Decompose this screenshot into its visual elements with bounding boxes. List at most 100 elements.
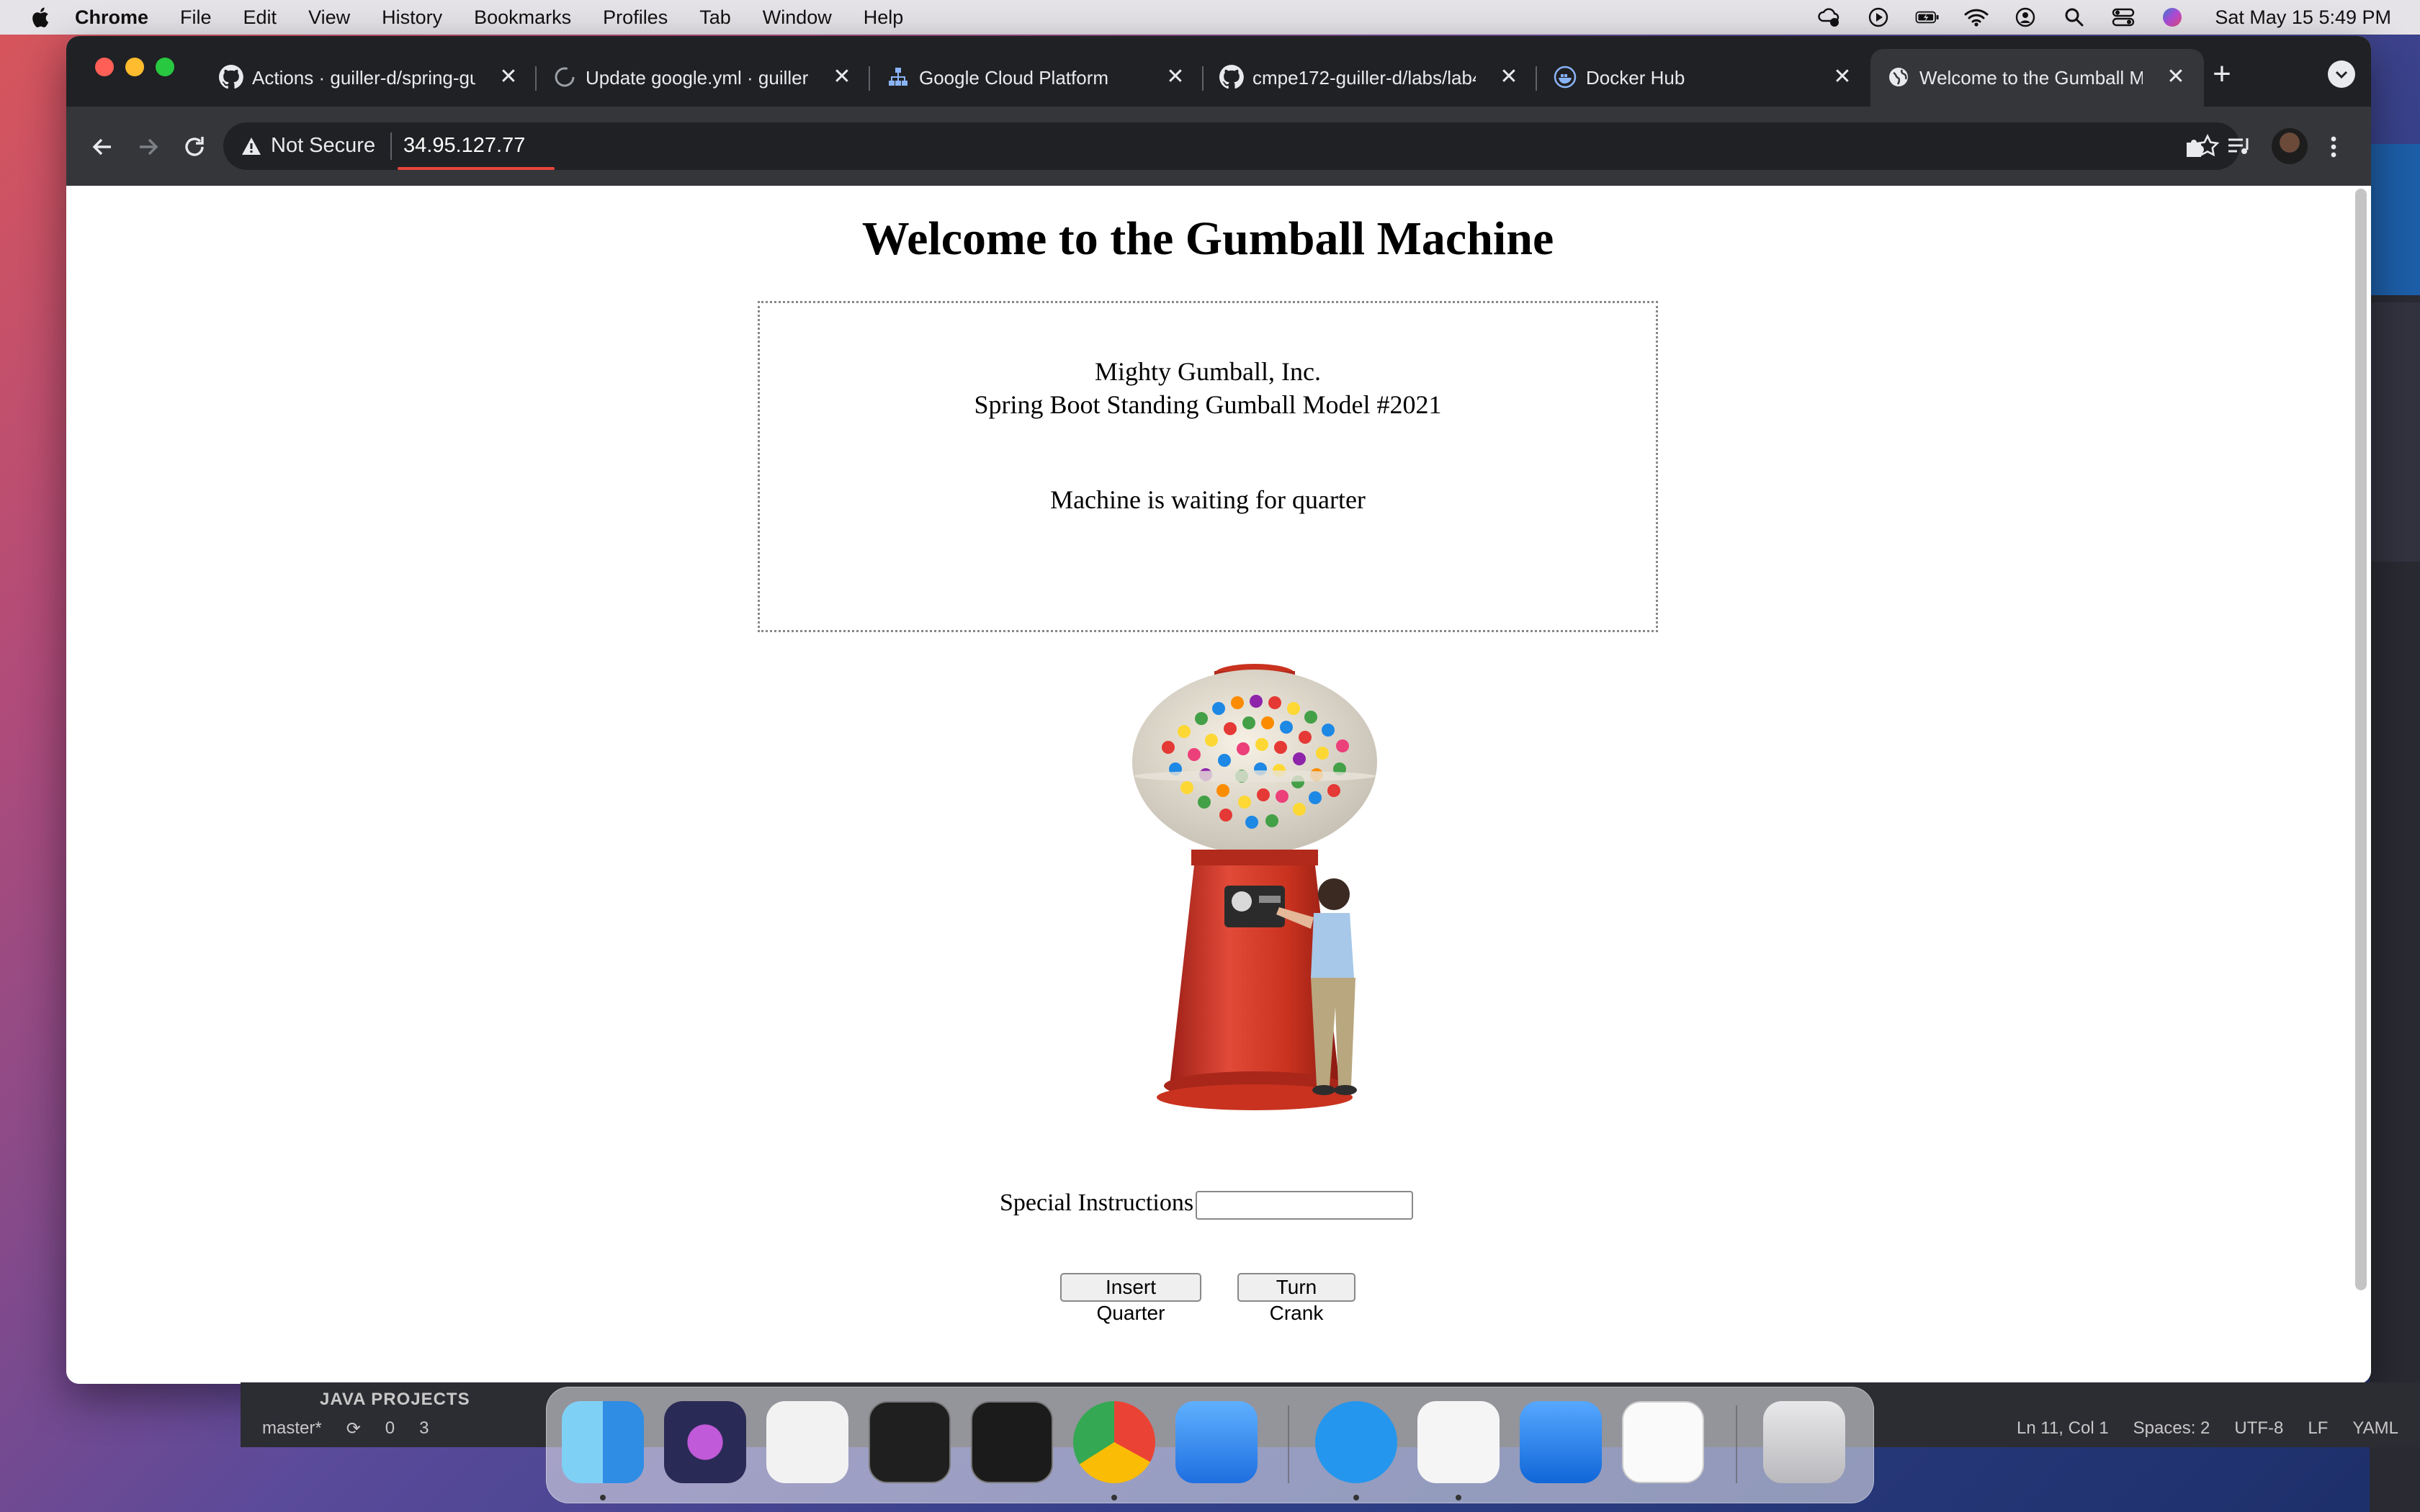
close-tab-icon[interactable]: ✕ bbox=[830, 65, 854, 89]
siri-app-icon[interactable] bbox=[664, 1401, 746, 1483]
editor-status-right: Ln 11, Col 1 Spaces: 2 UTF-8 LF YAML bbox=[2017, 1418, 2398, 1439]
insert-quarter-button[interactable]: Insert Quarter bbox=[1060, 1273, 1201, 1324]
apple-icon[interactable] bbox=[29, 6, 50, 29]
sync-icon[interactable]: ⟳ bbox=[346, 1418, 361, 1439]
close-window-button[interactable] bbox=[95, 58, 114, 76]
encoding[interactable]: UTF-8 bbox=[2234, 1418, 2283, 1439]
tab-search-button[interactable] bbox=[2328, 60, 2355, 88]
trash-icon[interactable] bbox=[1763, 1401, 1845, 1483]
close-tab-icon[interactable]: ✕ bbox=[2164, 65, 2188, 89]
launchpad-icon[interactable] bbox=[766, 1401, 848, 1483]
running-indicator bbox=[1111, 1495, 1117, 1500]
editor-status-left: master* ⟳ 0 3 bbox=[262, 1418, 429, 1439]
wifi-icon[interactable] bbox=[1964, 6, 1989, 28]
turn-crank-button[interactable]: Turn Crank bbox=[1237, 1273, 1355, 1324]
warning-icon[interactable] bbox=[241, 135, 262, 157]
vscode-icon[interactable] bbox=[1417, 1401, 1500, 1483]
menu-tab[interactable]: Tab bbox=[699, 6, 731, 29]
menu-bar: Chrome File Edit View History Bookmarks … bbox=[0, 0, 2420, 35]
extensions-icon[interactable] bbox=[2179, 131, 2211, 163]
zoom-window-button[interactable] bbox=[156, 58, 174, 76]
background-editor bbox=[2370, 144, 2420, 1512]
close-tab-icon[interactable]: ✕ bbox=[1830, 65, 1855, 89]
minimize-window-button[interactable] bbox=[125, 58, 144, 76]
warning-count[interactable]: 3 bbox=[419, 1418, 429, 1439]
chevron-down-icon bbox=[2335, 71, 2348, 79]
cursor-position[interactable]: Ln 11, Col 1 bbox=[2017, 1418, 2109, 1439]
close-tab-icon[interactable]: ✕ bbox=[496, 65, 521, 89]
activity-monitor-icon[interactable] bbox=[971, 1401, 1053, 1483]
running-indicator bbox=[1353, 1495, 1359, 1500]
tab-docker-hub[interactable]: Docker Hub ✕ bbox=[1537, 49, 1870, 107]
url-underline bbox=[398, 167, 555, 170]
menu-bookmarks[interactable]: Bookmarks bbox=[474, 6, 571, 29]
tab-title: Welcome to the Gumball Mac bbox=[1919, 66, 2143, 89]
finder-icon[interactable] bbox=[562, 1401, 644, 1483]
browser-toolbar: Not Secure 34.95.127.77 bbox=[66, 107, 2371, 186]
status-area: Sat May 15 5:49 PM bbox=[1817, 0, 2391, 35]
terminal-icon[interactable] bbox=[869, 1401, 951, 1483]
menu-window[interactable]: Window bbox=[763, 6, 832, 29]
forward-icon[interactable] bbox=[133, 131, 164, 163]
machine-status-box: Mighty Gumball, Inc. Spring Boot Standin… bbox=[758, 301, 1658, 632]
menu-file[interactable]: File bbox=[180, 6, 212, 29]
profile-avatar[interactable] bbox=[2272, 128, 2308, 164]
tab-actions[interactable]: Actions · guiller-d/spring-gum ✕ bbox=[203, 49, 537, 107]
menu-help[interactable]: Help bbox=[864, 6, 904, 29]
close-tab-icon[interactable]: ✕ bbox=[1497, 65, 1521, 89]
background-editor-panel bbox=[2370, 302, 2420, 562]
user-icon[interactable] bbox=[2013, 6, 2038, 28]
machine-state: Machine is waiting for quarter bbox=[1050, 485, 1366, 514]
tab-update-google-yml[interactable]: Update google.yml · guiller-d ✕ bbox=[537, 49, 870, 107]
menu-clock[interactable]: Sat May 15 5:49 PM bbox=[2215, 6, 2391, 29]
indentation[interactable]: Spaces: 2 bbox=[2133, 1418, 2210, 1439]
browser-window: Actions · guiller-d/spring-gum ✕ Update … bbox=[66, 36, 2371, 1384]
xcode-icon[interactable] bbox=[1520, 1401, 1602, 1483]
back-icon[interactable] bbox=[86, 131, 118, 163]
reload-icon[interactable] bbox=[179, 131, 210, 163]
siri-icon[interactable] bbox=[2160, 6, 2184, 28]
menu-history[interactable]: History bbox=[382, 6, 442, 29]
security-label[interactable]: Not Secure bbox=[271, 134, 375, 158]
page-scrollbar[interactable] bbox=[2355, 189, 2367, 1290]
tab-google-cloud[interactable]: Google Cloud Platform ✕ bbox=[870, 49, 1204, 107]
weather-icon[interactable] bbox=[1817, 6, 1842, 28]
close-tab-icon[interactable]: ✕ bbox=[1163, 65, 1188, 89]
address-bar[interactable]: Not Secure 34.95.127.77 bbox=[223, 122, 2240, 170]
menu-edit[interactable]: Edit bbox=[243, 6, 277, 29]
running-indicator bbox=[600, 1495, 606, 1500]
search-icon[interactable] bbox=[2062, 6, 2087, 28]
instructions-input[interactable] bbox=[1196, 1191, 1413, 1220]
gumball-machine-image bbox=[1132, 664, 1377, 1110]
new-tab-button[interactable]: + bbox=[2204, 56, 2240, 92]
dock-divider bbox=[1288, 1405, 1289, 1483]
github-icon bbox=[219, 65, 243, 89]
battery-icon[interactable] bbox=[1915, 6, 1940, 28]
control-center-icon[interactable] bbox=[2111, 6, 2136, 28]
tabs: Actions · guiller-d/spring-gum ✕ Update … bbox=[203, 49, 2204, 107]
chrome-icon[interactable] bbox=[1073, 1401, 1155, 1483]
media-controls-icon[interactable] bbox=[2223, 131, 2254, 163]
github-actions-icon bbox=[555, 67, 575, 87]
tab-gumball-active[interactable]: Welcome to the Gumball Mac ✕ bbox=[1870, 49, 2204, 107]
tab-title: Update google.yml · guiller-d bbox=[586, 66, 809, 89]
java-projects-section[interactable]: JAVA PROJECTS bbox=[320, 1390, 470, 1410]
url-text[interactable]: 34.95.127.77 bbox=[403, 134, 525, 158]
menu-view[interactable]: View bbox=[308, 6, 350, 29]
textedit-icon[interactable] bbox=[1622, 1401, 1704, 1483]
tab-lab4[interactable]: cmpe172-guiller-d/labs/lab4 a ✕ bbox=[1204, 49, 1537, 107]
git-branch[interactable]: master* bbox=[262, 1418, 322, 1439]
error-count[interactable]: 0 bbox=[385, 1418, 395, 1439]
window-controls bbox=[95, 58, 174, 76]
mail-icon[interactable] bbox=[1175, 1401, 1258, 1483]
tab-strip: Actions · guiller-d/spring-gum ✕ Update … bbox=[66, 36, 2371, 107]
more-menu-icon[interactable] bbox=[2318, 131, 2349, 163]
line-endings[interactable]: LF bbox=[2308, 1418, 2328, 1439]
menu-app-chrome[interactable]: Chrome bbox=[75, 6, 148, 29]
language-mode[interactable]: YAML bbox=[2352, 1418, 2398, 1439]
menu-profiles[interactable]: Profiles bbox=[603, 6, 668, 29]
docker-icon[interactable] bbox=[1315, 1401, 1397, 1483]
play-icon[interactable] bbox=[1866, 6, 1891, 28]
tab-title: cmpe172-guiller-d/labs/lab4 a bbox=[1252, 66, 1476, 89]
tab-title: Google Cloud Platform bbox=[919, 66, 1109, 89]
